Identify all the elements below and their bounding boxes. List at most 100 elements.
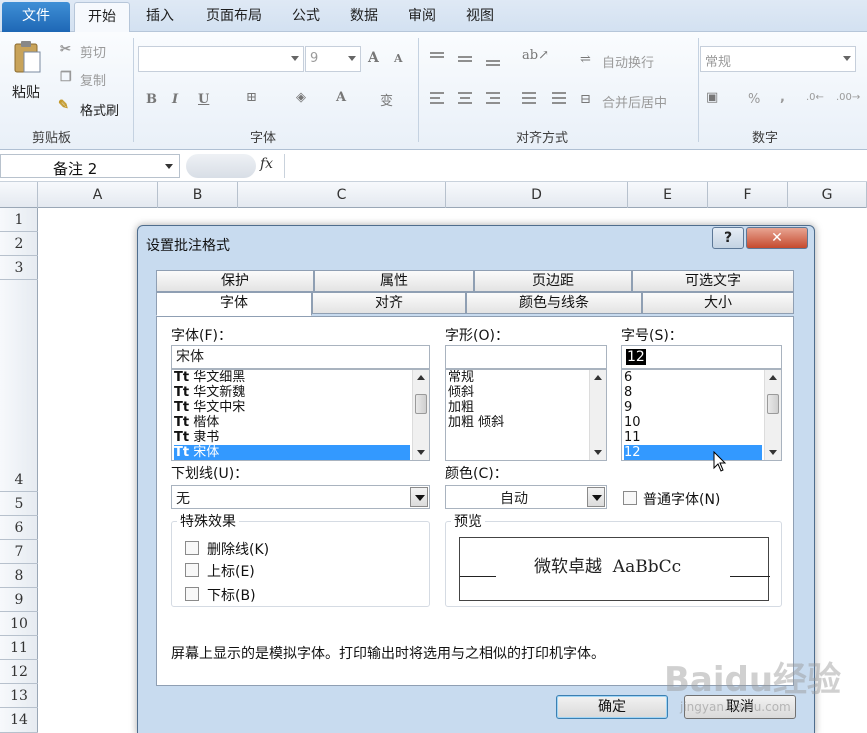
underline-select[interactable]: 无 bbox=[171, 485, 430, 509]
help-button[interactable]: ? bbox=[712, 227, 744, 249]
list-item[interactable]: Tt 华文中宋 bbox=[174, 400, 245, 415]
column-header[interactable]: C bbox=[238, 182, 446, 208]
row-header[interactable]: 1 bbox=[0, 208, 38, 232]
tab-font[interactable]: 字体 bbox=[156, 292, 312, 316]
chevron-down-icon[interactable] bbox=[587, 487, 605, 507]
list-item[interactable]: Tt 华文新魏 bbox=[174, 385, 245, 400]
subscript-checkbox[interactable] bbox=[185, 587, 199, 601]
copy-button[interactable]: 复制 bbox=[80, 70, 106, 89]
chevron-down-icon[interactable] bbox=[410, 487, 428, 507]
tab-insert[interactable]: 插入 bbox=[136, 2, 184, 32]
italic-icon[interactable]: I bbox=[172, 92, 178, 107]
list-item[interactable]: 加粗 bbox=[448, 400, 474, 415]
normal-font-checkbox[interactable] bbox=[623, 491, 637, 505]
cut-button[interactable]: 剪切 bbox=[80, 42, 106, 61]
tab-protection[interactable]: 保护 bbox=[156, 270, 314, 292]
merge-center-button[interactable]: 合并后居中 bbox=[602, 92, 667, 111]
strikethrough-checkbox[interactable] bbox=[185, 541, 199, 555]
list-item[interactable]: 8 bbox=[624, 385, 632, 400]
font-list[interactable]: Tt 华文细黑 Tt 华文新魏 Tt 华文中宋 Tt 楷体 Tt 隶书 Tt 宋… bbox=[171, 369, 430, 461]
currency-icon[interactable]: ▣ bbox=[706, 90, 718, 105]
grow-font-icon[interactable]: A bbox=[368, 50, 379, 66]
name-box[interactable]: 备注 2 bbox=[0, 154, 180, 178]
fill-color-icon[interactable]: ◈ bbox=[296, 90, 306, 105]
style-list-scrollbar[interactable] bbox=[589, 370, 606, 460]
list-item[interactable]: Tt 华文细黑 bbox=[174, 370, 245, 385]
row-header[interactable]: 5 bbox=[0, 492, 38, 516]
horizontal-align-icons[interactable] bbox=[430, 92, 570, 106]
font-input[interactable]: 宋体 bbox=[171, 345, 430, 369]
tab-alignment[interactable]: 对齐 bbox=[312, 292, 466, 314]
percent-button[interactable]: % bbox=[748, 92, 760, 107]
column-header[interactable]: F bbox=[708, 182, 788, 208]
number-format-combo[interactable]: 常规 bbox=[700, 46, 856, 72]
increase-decimal-button[interactable]: .0← bbox=[806, 92, 824, 103]
list-item[interactable]: 9 bbox=[624, 400, 632, 415]
row-header[interactable]: 12 bbox=[0, 660, 38, 684]
list-item-selected[interactable]: Tt 宋体 bbox=[174, 445, 410, 460]
chevron-down-icon[interactable] bbox=[165, 164, 173, 169]
row-header[interactable]: 2 bbox=[0, 232, 38, 256]
list-item[interactable]: 加粗 倾斜 bbox=[448, 415, 504, 430]
list-item-selected[interactable]: 12 bbox=[624, 445, 762, 460]
list-item[interactable]: 11 bbox=[624, 430, 641, 445]
select-all-corner[interactable] bbox=[0, 182, 38, 208]
tab-file[interactable]: 文件 bbox=[2, 2, 70, 32]
tab-formulas[interactable]: 公式 bbox=[282, 2, 330, 32]
decrease-decimal-button[interactable]: .00→ bbox=[836, 92, 860, 103]
orientation-icon[interactable]: ab↗ bbox=[522, 48, 549, 63]
column-header[interactable]: D bbox=[446, 182, 628, 208]
row-header[interactable]: 14 bbox=[0, 708, 38, 733]
wrap-text-button[interactable]: 自动换行 bbox=[602, 52, 654, 71]
phonetic-icon[interactable]: 变 bbox=[380, 90, 393, 109]
row-header[interactable]: 3 bbox=[0, 256, 38, 280]
border-icon[interactable]: ⊞ bbox=[246, 90, 257, 105]
close-button[interactable]: ✕ bbox=[746, 227, 808, 249]
tab-home[interactable]: 开始 bbox=[74, 2, 130, 33]
row-header[interactable]: 13 bbox=[0, 684, 38, 708]
font-color-icon[interactable]: A bbox=[336, 90, 346, 105]
list-item[interactable]: Tt 隶书 bbox=[174, 430, 219, 445]
size-list[interactable]: 6 8 9 10 11 12 bbox=[621, 369, 782, 461]
row-header[interactable]: 7 bbox=[0, 540, 38, 564]
paste-button[interactable]: 粘贴 bbox=[12, 82, 40, 102]
list-item[interactable]: Tt 楷体 bbox=[174, 415, 219, 430]
ok-button[interactable]: 确定 bbox=[556, 695, 668, 719]
bold-icon[interactable]: B bbox=[146, 92, 157, 107]
tab-margins[interactable]: 页边距 bbox=[474, 270, 632, 292]
font-size-combo[interactable]: 9 bbox=[305, 46, 361, 72]
size-list-scrollbar[interactable] bbox=[764, 370, 781, 460]
tab-colors-lines[interactable]: 颜色与线条 bbox=[466, 292, 642, 314]
tab-properties[interactable]: 属性 bbox=[314, 270, 474, 292]
format-painter-button[interactable]: 格式刷 bbox=[80, 100, 119, 119]
list-item[interactable]: 10 bbox=[624, 415, 641, 430]
style-input[interactable] bbox=[445, 345, 607, 369]
tab-view[interactable]: 视图 bbox=[456, 2, 504, 32]
row-header[interactable]: 6 bbox=[0, 516, 38, 540]
underline-icon[interactable]: U bbox=[198, 92, 209, 107]
paste-icon[interactable] bbox=[12, 40, 42, 76]
row-header[interactable]: 11 bbox=[0, 636, 38, 660]
list-item[interactable]: 倾斜 bbox=[448, 385, 474, 400]
column-header[interactable]: E bbox=[628, 182, 708, 208]
row-header[interactable]: 8 bbox=[0, 564, 38, 588]
tab-data[interactable]: 数据 bbox=[340, 2, 388, 32]
superscript-checkbox[interactable] bbox=[185, 563, 199, 577]
formula-input[interactable] bbox=[284, 154, 867, 178]
tab-alt-text[interactable]: 可选文字 bbox=[632, 270, 794, 292]
column-header[interactable]: A bbox=[38, 182, 158, 208]
column-header[interactable]: G bbox=[788, 182, 867, 208]
shrink-font-icon[interactable]: A bbox=[394, 52, 403, 65]
row-header[interactable]: 10 bbox=[0, 612, 38, 636]
list-item[interactable]: 6 bbox=[624, 370, 632, 385]
insert-function-icon[interactable]: fx bbox=[260, 156, 273, 172]
tab-review[interactable]: 审阅 bbox=[398, 2, 446, 32]
size-input[interactable]: 12 bbox=[621, 345, 782, 369]
font-list-scrollbar[interactable] bbox=[412, 370, 429, 460]
color-select[interactable]: 自动 bbox=[445, 485, 607, 509]
font-name-combo[interactable] bbox=[138, 46, 304, 72]
tab-size[interactable]: 大小 bbox=[642, 292, 794, 314]
column-header[interactable]: B bbox=[158, 182, 238, 208]
style-list[interactable]: 常规 倾斜 加粗 加粗 倾斜 bbox=[445, 369, 607, 461]
row-header[interactable]: 4 bbox=[0, 280, 38, 492]
